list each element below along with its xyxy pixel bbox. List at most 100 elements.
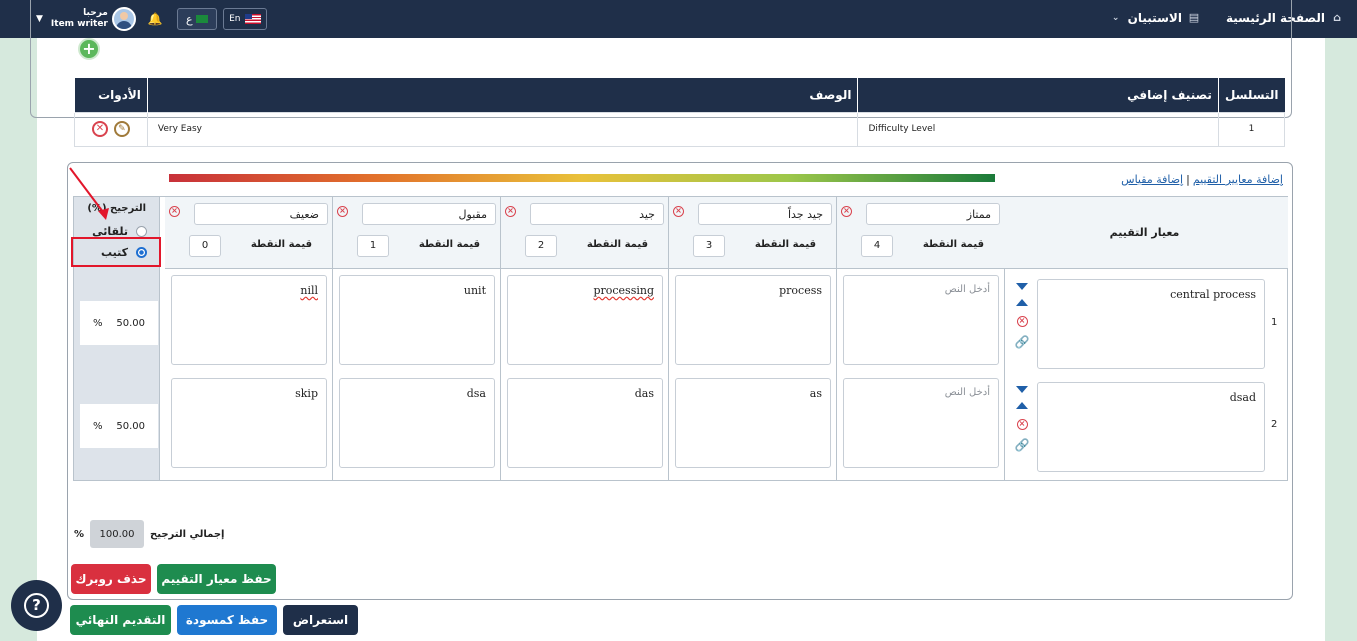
descriptor-placeholder: أدخل النص — [944, 387, 990, 398]
criteria-header: معيار التقييم — [1001, 197, 1288, 269]
row-description: Very Easy — [146, 111, 859, 147]
descriptor-input-r1[interactable]: unit — [339, 275, 495, 365]
descriptor-input-r1[interactable]: nill — [171, 275, 327, 365]
points-input[interactable]: 2 — [525, 235, 557, 257]
delete-row-icon[interactable]: × — [1016, 316, 1028, 327]
table-row: 1 Difficulty Level Very Easy ✎ ✕ — [74, 111, 1286, 147]
annotation-arrow-icon — [69, 167, 109, 220]
level-header: جيد جداً × قيمة النقطة 3 — [669, 197, 836, 269]
level-header: ضعيف × قيمة النقطة 0 — [165, 197, 332, 269]
row-number: 1 — [1271, 317, 1278, 328]
level-header: جيد × قيمة النقطة 2 — [501, 197, 668, 269]
points-input[interactable]: 0 — [189, 235, 221, 257]
total-value: 100.00 — [90, 520, 145, 548]
move-up-icon[interactable] — [1016, 299, 1028, 306]
level-name-input[interactable]: ضعيف — [194, 203, 328, 225]
points-label: قيمة النقطة — [754, 239, 816, 250]
score-gradient-bar — [169, 174, 995, 182]
descriptor-input-r1[interactable]: processing — [507, 275, 663, 365]
weight-unit: % — [92, 420, 103, 432]
level-name-input[interactable]: ممتاز — [866, 203, 1000, 225]
descriptor-input-r1[interactable]: أدخل النص — [843, 275, 999, 365]
annotation-highlight-box — [71, 237, 161, 267]
col-classification-header: تصنيف إضافي — [857, 78, 1219, 112]
edit-icon[interactable]: ✎ — [113, 121, 130, 137]
radio-auto[interactable] — [136, 226, 147, 237]
delete-row-icon[interactable]: × — [1016, 419, 1028, 430]
link-icon[interactable]: 🔗 — [1013, 335, 1031, 349]
points-label: قيمة النقطة — [922, 239, 984, 250]
col-seq-header: التسلسل — [1217, 78, 1285, 112]
points-input[interactable]: 3 — [693, 235, 725, 257]
home-icon: ⌂ — [1333, 11, 1341, 24]
remove-level-icon[interactable]: × — [673, 206, 684, 217]
level-name-input[interactable]: جيد — [530, 203, 664, 225]
delete-icon[interactable]: ✕ — [91, 121, 108, 137]
points-label: قيمة النقطة — [586, 239, 648, 250]
level-column-acceptable: مقبول × قيمة النقطة 1 unit dsa — [333, 197, 501, 480]
descriptor-input-r2[interactable]: skip — [171, 378, 327, 468]
level-name-input[interactable]: مقبول — [362, 203, 496, 225]
weight-value: 50.00 — [116, 317, 146, 329]
save-draft-button[interactable]: حفظ كمسودة — [177, 605, 277, 635]
descriptor-text: as — [809, 387, 822, 400]
preview-button[interactable]: استعراض — [283, 605, 358, 635]
level-column-good: جيد × قيمة النقطة 2 processing das — [501, 197, 669, 480]
weight-unit: % — [92, 317, 103, 329]
add-criteria-link[interactable]: إضافة معايير التقييم — [1193, 173, 1283, 186]
save-rubric-button[interactable]: حفظ معيار التقييم — [157, 564, 276, 594]
classification-table: التسلسل تصنيف إضافي الوصف الأدوات 1 Diff… — [74, 78, 1286, 147]
criterion-input-r2[interactable]: dsad — [1037, 382, 1265, 472]
descriptor-text: nill — [300, 284, 318, 297]
descriptor-input-r1[interactable]: process — [675, 275, 831, 365]
descriptor-input-r2[interactable]: as — [675, 378, 831, 468]
remove-level-icon[interactable]: × — [337, 206, 348, 217]
descriptor-text: processing — [593, 284, 654, 297]
points-label: قيمة النقطة — [418, 239, 480, 250]
weight-input-row-2[interactable]: % 50.00 — [80, 404, 158, 448]
link-icon[interactable]: 🔗 — [1013, 438, 1031, 452]
col-description-header: الوصف — [146, 78, 858, 112]
add-scale-link[interactable]: إضافة مقياس — [1121, 173, 1183, 186]
descriptor-input-r2[interactable]: أدخل النص — [843, 378, 999, 468]
help-button[interactable]: ? — [11, 580, 62, 631]
remove-level-icon[interactable]: × — [169, 206, 180, 217]
help-icon: ? — [24, 593, 49, 618]
descriptor-input-r2[interactable]: dsa — [339, 378, 495, 468]
descriptor-text: skip — [295, 387, 318, 400]
level-header: مقبول × قيمة النقطة 1 — [333, 197, 500, 269]
row-tools: ✎ ✕ — [74, 111, 148, 147]
descriptor-placeholder: أدخل النص — [944, 284, 990, 295]
final-submit-button[interactable]: التقديم النهائي — [70, 605, 171, 635]
move-down-icon[interactable] — [1016, 386, 1028, 393]
row-tools-r2: × 🔗 — [1013, 386, 1031, 452]
col-tools-header: الأدوات — [74, 78, 148, 112]
points-input[interactable]: 1 — [357, 235, 389, 257]
descriptor-text: dsa — [466, 387, 486, 400]
total-unit: % — [74, 528, 85, 540]
descriptor-input-r2[interactable]: das — [507, 378, 663, 468]
level-column-excellent: ممتاز × قيمة النقطة 4 أدخل النص أدخل الن… — [837, 197, 1005, 480]
weight-value: 50.00 — [116, 420, 146, 432]
add-classification-button[interactable]: + — [78, 38, 100, 60]
delete-rubric-button[interactable]: حذف روبرك — [71, 564, 151, 594]
points-input[interactable]: 4 — [861, 235, 893, 257]
level-column-weak: ضعيف × قيمة النقطة 0 nill skip — [165, 197, 333, 480]
points-label: قيمة النقطة — [250, 239, 312, 250]
descriptor-text: process — [779, 284, 822, 297]
rubric-links: إضافة معايير التقييم|إضافة مقياس — [1121, 173, 1283, 186]
link-separator: | — [1186, 173, 1190, 186]
row-seq: 1 — [1217, 111, 1286, 147]
move-down-icon[interactable] — [1016, 283, 1028, 290]
move-up-icon[interactable] — [1016, 402, 1028, 409]
criteria-column: معيار التقييم 1 central process × 🔗 2 ds… — [1001, 197, 1288, 480]
weight-input-row-1[interactable]: % 50.00 — [80, 301, 158, 345]
level-name-input[interactable]: جيد جداً — [698, 203, 832, 225]
remove-level-icon[interactable]: × — [841, 206, 852, 217]
row-tools-r1: × 🔗 — [1013, 283, 1031, 349]
remove-level-icon[interactable]: × — [505, 206, 516, 217]
level-column-very-good: جيد جداً × قيمة النقطة 3 process as — [669, 197, 837, 480]
row-number: 2 — [1271, 419, 1278, 430]
row-classification: Difficulty Level — [857, 111, 1219, 147]
criterion-input-r1[interactable]: central process — [1037, 279, 1265, 369]
